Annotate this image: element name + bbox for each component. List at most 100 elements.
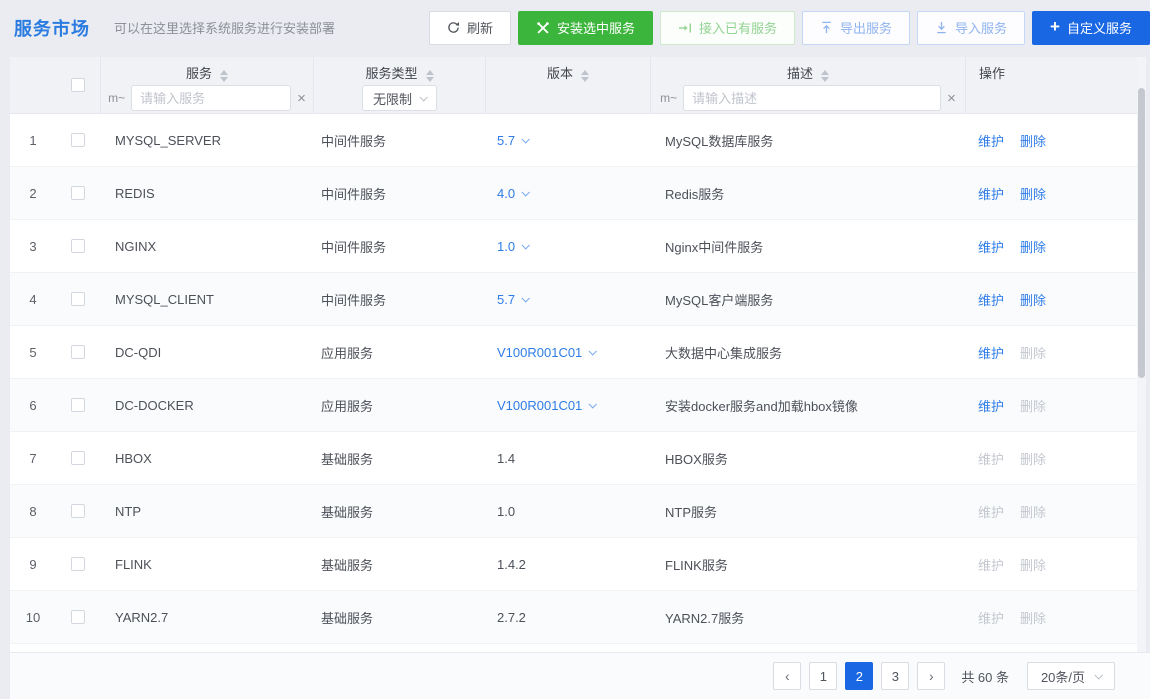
service-description: Nginx中间件服务	[650, 237, 965, 256]
delete-link[interactable]: 删除	[1020, 608, 1046, 627]
page-subtitle: 可以在这里选择系统服务进行安装部署	[114, 18, 335, 37]
maintain-link[interactable]: 维护	[978, 131, 1004, 150]
maintain-link[interactable]: 维护	[978, 184, 1004, 203]
page-button-3[interactable]: 3	[881, 662, 909, 690]
table-row: 5DC-QDI应用服务V100R001C01大数据中心集成服务维护删除	[10, 326, 1137, 379]
service-sort-icon[interactable]	[220, 70, 228, 82]
page-button-2[interactable]: 2	[845, 662, 873, 690]
custom-service-label: 自定义服务	[1067, 18, 1132, 37]
next-page-button[interactable]: ›	[917, 662, 945, 690]
prev-page-button[interactable]: ‹	[773, 662, 801, 690]
service-name: HBOX	[100, 451, 313, 466]
install-selected-button[interactable]: 安装选中服务	[518, 11, 653, 45]
version-value: 5.7	[497, 292, 515, 307]
row-checkbox[interactable]	[71, 451, 85, 465]
service-type: 基础服务	[313, 502, 485, 521]
row-index: 8	[10, 504, 56, 519]
toolbar-buttons: 刷新 安装选中服务 接入已有服务	[429, 11, 1150, 45]
version-value: 4.0	[497, 186, 515, 201]
refresh-button[interactable]: 刷新	[429, 11, 511, 45]
page-size-select[interactable]: 20条/页	[1027, 662, 1115, 690]
version-text: 1.4	[497, 451, 515, 466]
type-sort-icon[interactable]	[426, 70, 434, 82]
page-size-value: 20条/页	[1041, 667, 1085, 686]
version-text: 2.7.2	[497, 610, 526, 625]
delete-link[interactable]: 删除	[1020, 131, 1046, 150]
custom-service-button[interactable]: + 自定义服务	[1032, 11, 1150, 45]
delete-link[interactable]: 删除	[1020, 184, 1046, 203]
chevron-down-icon	[522, 294, 530, 302]
chevron-down-icon	[589, 347, 597, 355]
select-all-checkbox[interactable]	[71, 78, 85, 92]
install-selected-label: 安装选中服务	[557, 18, 635, 37]
version-sort-icon[interactable]	[581, 70, 589, 82]
service-name: FLINK	[100, 557, 313, 572]
service-description: NTP服务	[650, 502, 965, 521]
maintain-link[interactable]: 维护	[978, 290, 1004, 309]
service-description: YARN2.7服务	[650, 608, 965, 627]
maintain-link[interactable]: 维护	[978, 237, 1004, 256]
row-index: 7	[10, 451, 56, 466]
vertical-scrollbar-thumb[interactable]	[1138, 88, 1145, 378]
service-description: MySQL数据库服务	[650, 131, 965, 150]
export-icon	[820, 21, 833, 34]
version-dropdown[interactable]: 1.0	[497, 239, 528, 254]
row-checkbox[interactable]	[71, 504, 85, 518]
maintain-link[interactable]: 维护	[978, 555, 1004, 574]
delete-link[interactable]: 删除	[1020, 396, 1046, 415]
version-dropdown[interactable]: V100R001C01	[497, 398, 595, 413]
import-icon	[935, 21, 948, 34]
version-value: 5.7	[497, 133, 515, 148]
row-checkbox[interactable]	[71, 610, 85, 624]
row-checkbox[interactable]	[71, 398, 85, 412]
version-dropdown[interactable]: 4.0	[497, 186, 528, 201]
index-column-header	[10, 57, 56, 113]
row-checkbox[interactable]	[71, 186, 85, 200]
export-button[interactable]: 导出服务	[802, 11, 910, 45]
vertical-scrollbar-track[interactable]	[1137, 57, 1146, 652]
version-dropdown[interactable]: V100R001C01	[497, 345, 595, 360]
delete-link[interactable]: 删除	[1020, 502, 1046, 521]
chevron-down-icon	[522, 241, 530, 249]
version-column-label: 版本	[547, 63, 573, 82]
type-filter-select[interactable]: 无限制	[362, 85, 437, 111]
row-checkbox[interactable]	[71, 345, 85, 359]
delete-link[interactable]: 删除	[1020, 237, 1046, 256]
page-button-1[interactable]: 1	[809, 662, 837, 690]
maintain-link[interactable]: 维护	[978, 449, 1004, 468]
table-row: 1MYSQL_SERVER中间件服务5.7MySQL数据库服务维护删除	[10, 114, 1137, 167]
maintain-link[interactable]: 维护	[978, 608, 1004, 627]
row-checkbox[interactable]	[71, 557, 85, 571]
service-description: 安装docker服务and加载hbox镜像	[650, 396, 965, 415]
service-name: REDIS	[100, 186, 313, 201]
delete-link[interactable]: 删除	[1020, 290, 1046, 309]
version-text: 1.4.2	[497, 557, 526, 572]
import-button[interactable]: 导入服务	[917, 11, 1025, 45]
version-dropdown[interactable]: 5.7	[497, 292, 528, 307]
refresh-label: 刷新	[467, 18, 493, 37]
connect-existing-button[interactable]: 接入已有服务	[660, 11, 795, 45]
row-checkbox[interactable]	[71, 292, 85, 306]
service-description: FLINK服务	[650, 555, 965, 574]
delete-link[interactable]: 删除	[1020, 343, 1046, 362]
description-filter-clear-icon[interactable]: ×	[947, 91, 956, 106]
description-column-header: 描述 m~ ×	[650, 57, 965, 113]
service-filter-clear-icon[interactable]: ×	[297, 91, 306, 106]
version-dropdown[interactable]: 5.7	[497, 133, 528, 148]
chevron-down-icon	[522, 135, 530, 143]
service-description: Redis服务	[650, 184, 965, 203]
description-sort-icon[interactable]	[821, 70, 829, 82]
row-checkbox[interactable]	[71, 239, 85, 253]
service-table: 服务 m~ × 服务类型 无限制 版本	[10, 57, 1137, 652]
description-filter-input[interactable]	[683, 85, 941, 111]
table-row: 10YARN2.7基础服务2.7.2YARN2.7服务维护删除	[10, 591, 1137, 644]
service-name: MYSQL_CLIENT	[100, 292, 313, 307]
maintain-link[interactable]: 维护	[978, 502, 1004, 521]
row-checkbox[interactable]	[71, 133, 85, 147]
type-filter-value: 无限制	[373, 89, 412, 108]
delete-link[interactable]: 删除	[1020, 449, 1046, 468]
delete-link[interactable]: 删除	[1020, 555, 1046, 574]
maintain-link[interactable]: 维护	[978, 343, 1004, 362]
maintain-link[interactable]: 维护	[978, 396, 1004, 415]
service-filter-input[interactable]	[131, 85, 291, 111]
